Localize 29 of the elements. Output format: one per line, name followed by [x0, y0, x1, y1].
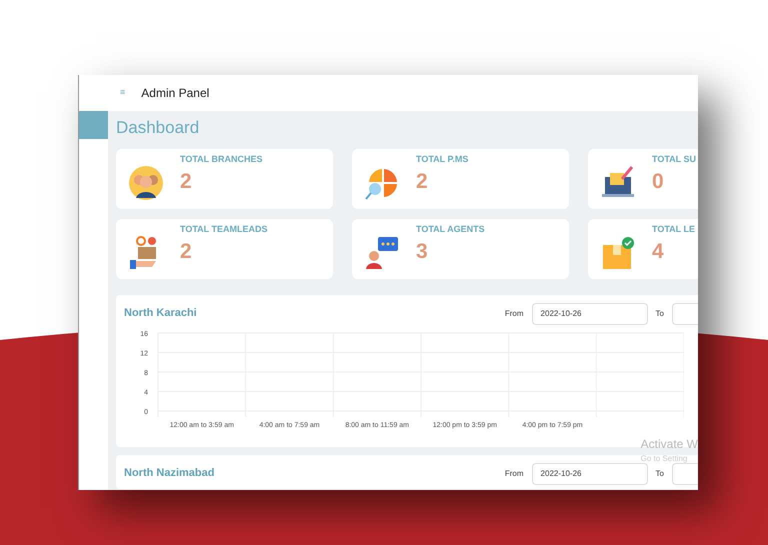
date-field[interactable]: [672, 302, 698, 324]
people-group-icon: [128, 164, 164, 200]
panel-title: North Nazimabad: [124, 466, 214, 482]
stat-value: 2: [180, 169, 193, 195]
stat-value: 2: [416, 169, 429, 195]
stat-label: TOTAL AGENTS: [416, 222, 485, 236]
activation-notice: Activate W: [640, 436, 698, 453]
stat-label: TOTAL BRANCHES: [180, 152, 263, 166]
package-check-icon: [600, 234, 636, 270]
date-field[interactable]: [672, 462, 698, 484]
from-label: From: [504, 468, 524, 480]
stat-value: 2: [180, 239, 193, 265]
from-label: From: [504, 308, 524, 320]
stat-value: 0: [652, 169, 665, 195]
stat-label: TOTAL P.MS: [416, 152, 468, 166]
person-speech-bubble-icon: [364, 234, 400, 270]
app-title: Admin Panel: [141, 85, 210, 102]
date-field[interactable]: 2022-10-26: [532, 462, 648, 484]
date-field[interactable]: 2022-10-26: [532, 302, 648, 324]
page-title: Dashboard: [116, 117, 200, 139]
sidebar-item[interactable]: [79, 111, 108, 139]
stat-label: TOTAL SU: [652, 152, 696, 166]
stat-value: 3: [416, 239, 429, 265]
panel-title: North Karachi: [124, 306, 197, 322]
stat-value: 4: [652, 239, 665, 265]
stat-label: TOTAL LE: [652, 222, 696, 236]
to-label: To: [656, 468, 664, 480]
to-label: To: [656, 308, 664, 320]
stat-label: TOTAL TEAMLEADS: [180, 222, 268, 236]
